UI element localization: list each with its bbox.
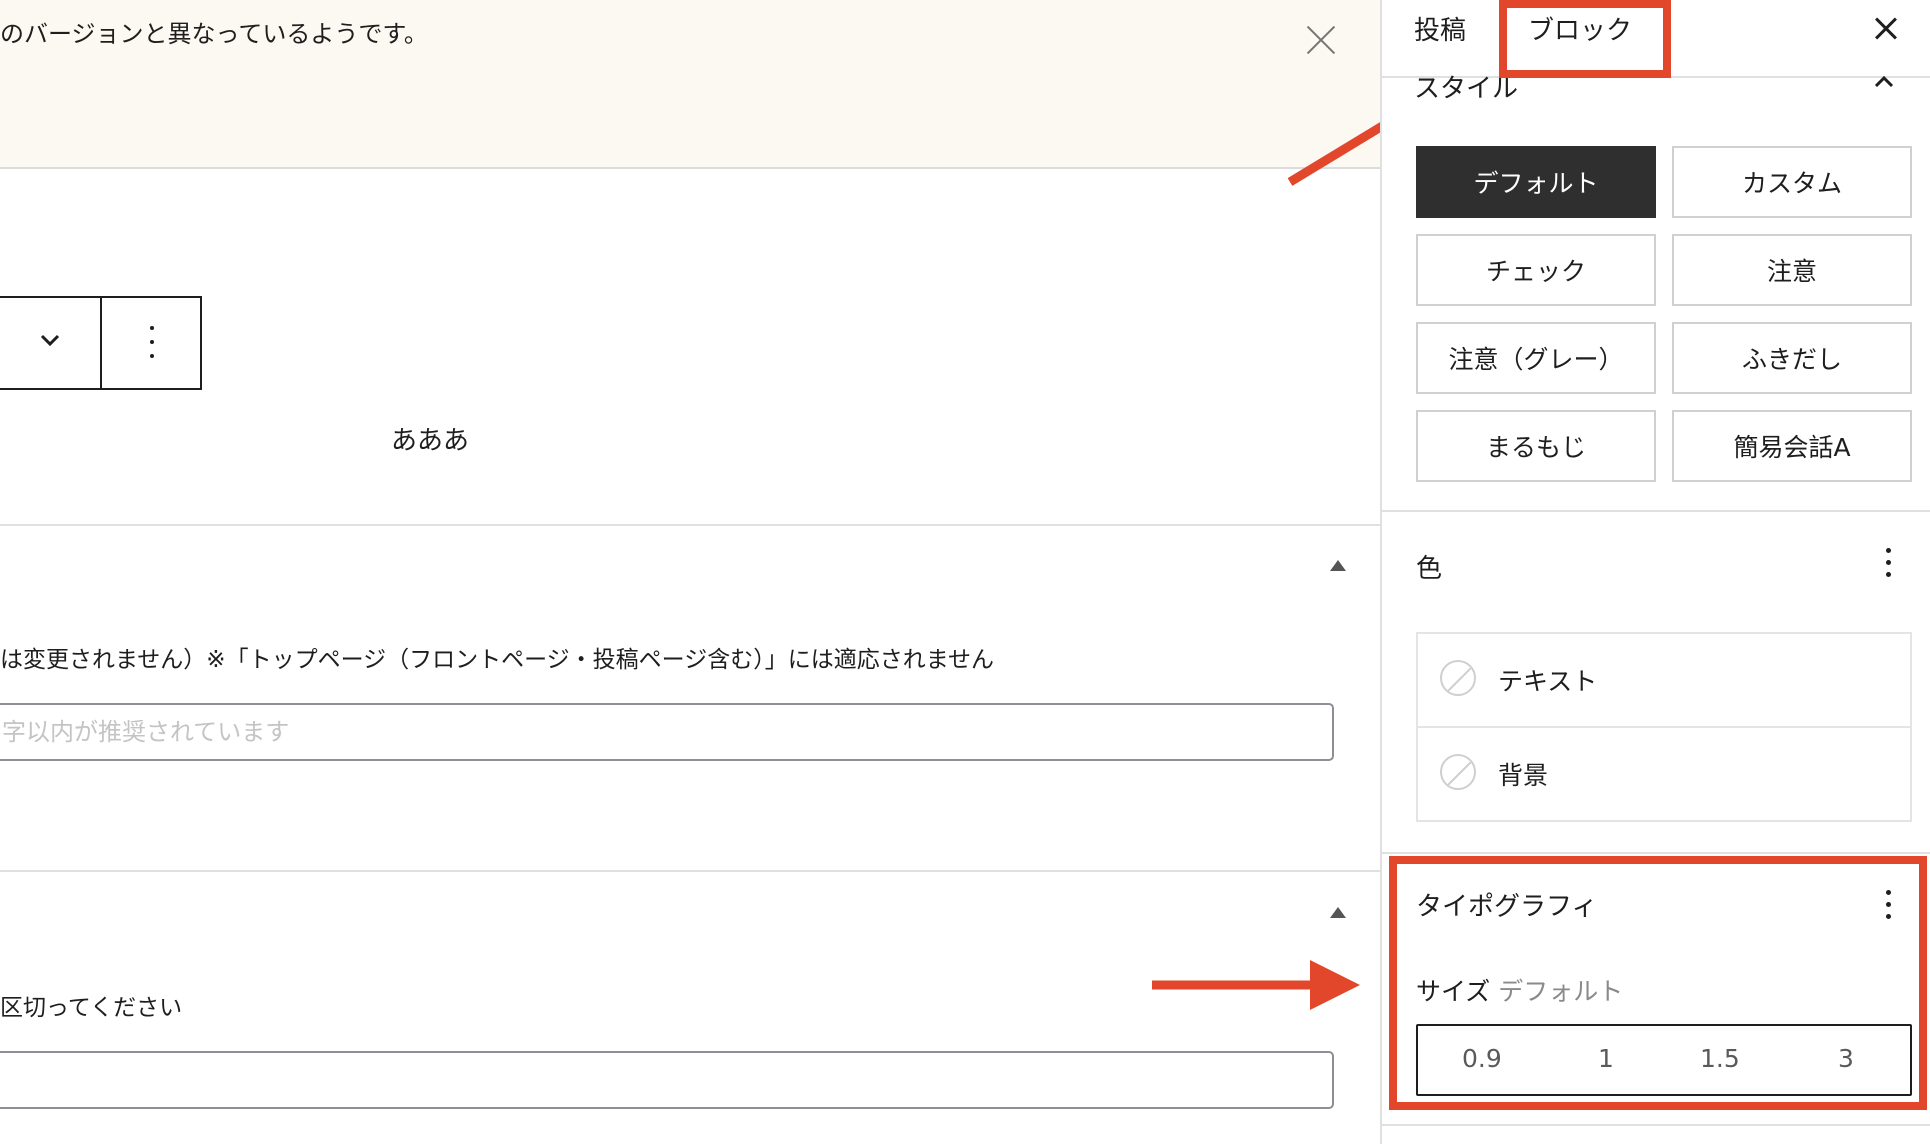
notice-close-icon[interactable]: [1300, 20, 1340, 60]
paragraph-block[interactable]: あああ: [391, 420, 469, 457]
block-toolbar: [0, 296, 202, 390]
chevron-down-icon[interactable]: [38, 328, 62, 352]
style-button-custom[interactable]: カスタム: [1672, 146, 1912, 218]
highlight-typography-section: [1389, 856, 1927, 1110]
version-notice: のバージョンと異なっているようです。: [0, 0, 1380, 169]
color-text-row[interactable]: テキスト: [1418, 634, 1910, 726]
color-settings-list: テキスト 背景: [1416, 632, 1912, 822]
color-options-icon[interactable]: [1884, 546, 1892, 580]
tab-post[interactable]: 投稿: [1414, 10, 1466, 47]
style-button-check[interactable]: チェック: [1416, 234, 1656, 306]
panel-collapse-icon[interactable]: [1330, 907, 1348, 921]
style-button-marumoji[interactable]: まるもじ: [1416, 410, 1656, 482]
empty-swatch-icon: [1440, 754, 1476, 790]
color-text-label: テキスト: [1498, 667, 1598, 696]
color-background-row[interactable]: 背景: [1418, 726, 1910, 820]
description-input[interactable]: 字以内が推奨されています: [0, 703, 1334, 761]
section-divider: [1382, 1124, 1930, 1126]
panel-help-text: 区切ってください: [0, 995, 183, 1021]
color-background-label: 背景: [1498, 761, 1549, 790]
style-button-caution[interactable]: 注意: [1672, 234, 1912, 306]
style-button-caution-gray[interactable]: 注意（グレー）: [1416, 322, 1656, 394]
editor-canvas: のバージョンと異なっているようです。 あああ は変更されません）※「トップページ…: [0, 0, 1380, 1144]
section-divider: [1382, 852, 1930, 854]
keywords-input[interactable]: [0, 1051, 1334, 1109]
panel-help-text: は変更されません）※「トップページ（フロントページ・投稿ページ含む）」には適応さ…: [0, 647, 995, 673]
toolbar-divider: [100, 298, 102, 388]
style-button-conversation-a[interactable]: 簡易会話A: [1672, 410, 1912, 482]
close-sidebar-icon[interactable]: [1872, 14, 1902, 44]
section-divider: [1382, 510, 1930, 512]
style-button-balloon[interactable]: ふきだし: [1672, 322, 1912, 394]
highlight-block-tab: [1499, 0, 1671, 78]
panel-collapse-icon[interactable]: [1330, 560, 1348, 574]
style-button-default[interactable]: デフォルト: [1416, 146, 1656, 218]
panel-divider: [0, 870, 1380, 872]
block-options-icon[interactable]: [144, 324, 160, 360]
chevron-up-icon[interactable]: [1874, 74, 1894, 88]
panel-divider: [0, 524, 1380, 526]
empty-swatch-icon: [1440, 660, 1476, 696]
notice-text: のバージョンと異なっているようです。: [0, 20, 428, 48]
annotation-arrow-right: [1152, 960, 1360, 1010]
color-section-title: 色: [1416, 554, 1443, 584]
